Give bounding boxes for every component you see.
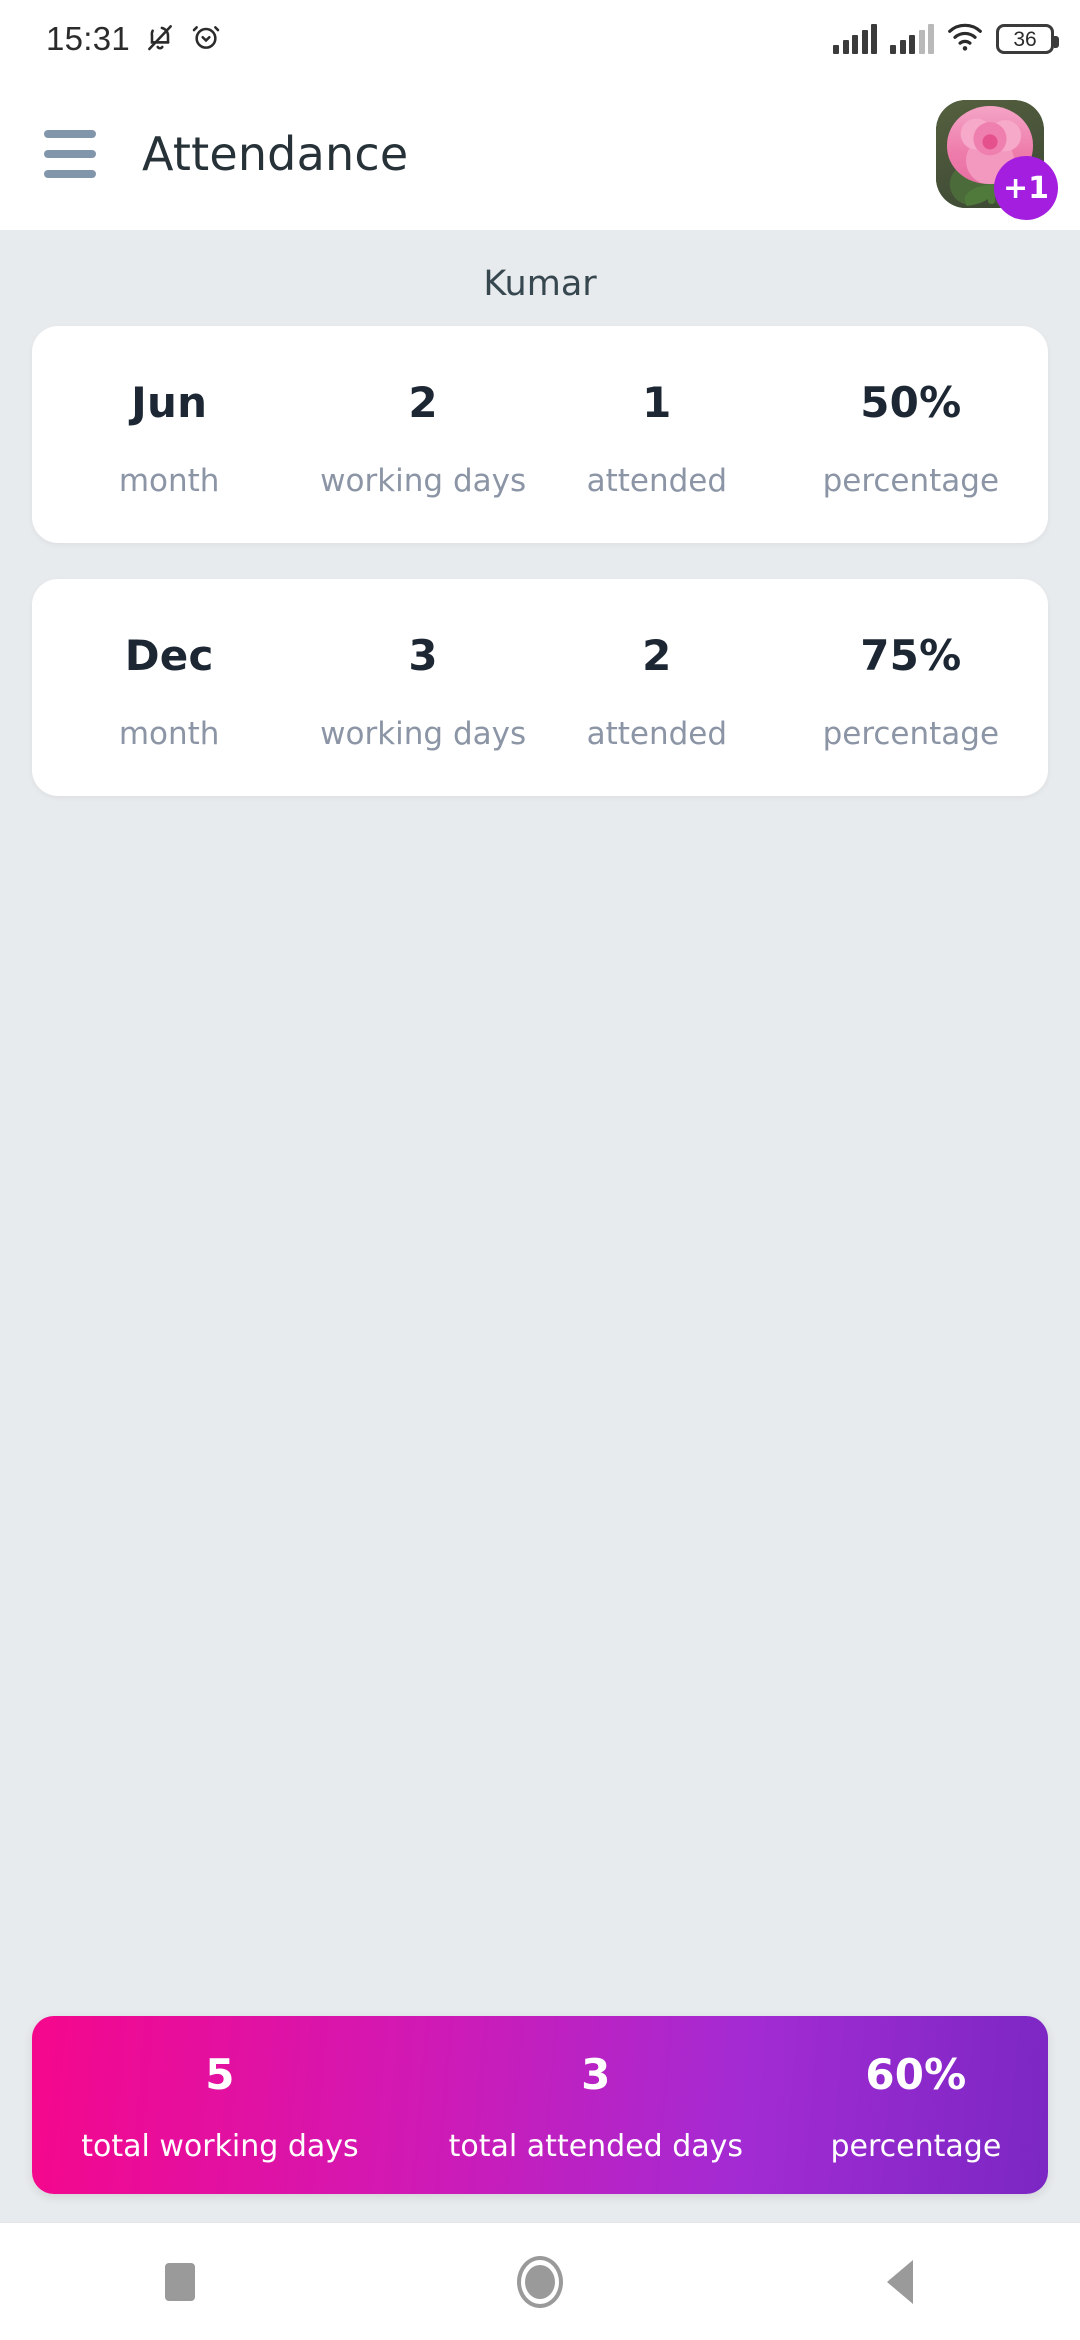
bell-muted-icon	[144, 21, 176, 57]
back-button[interactable]	[825, 2232, 975, 2332]
wifi-icon	[947, 22, 983, 56]
status-bar: 15:31 36	[0, 0, 1080, 78]
battery-icon: 36	[996, 24, 1059, 54]
app-bar: Attendance +1	[0, 78, 1080, 230]
home-circle-icon	[517, 2255, 563, 2308]
signal-bars-secondary-icon	[890, 24, 934, 54]
month-label: month	[118, 716, 220, 752]
attendance-row: Jun month 2 working days 1 attended 50% …	[32, 378, 1048, 499]
total-working-days-value: 5	[205, 2050, 235, 2099]
back-triangle-icon	[887, 2259, 913, 2304]
total-attended-days-value: 3	[581, 2050, 611, 2099]
total-percentage-value: 60%	[865, 2050, 967, 2099]
attendance-card[interactable]: Jun month 2 working days 1 attended 50% …	[32, 326, 1048, 543]
attended-label: attended	[586, 716, 728, 752]
battery-level: 36	[1013, 27, 1037, 51]
phone-screen: 15:31 36 Attendance +1 Kumar Jun month 2…	[0, 0, 1080, 2340]
android-navigation-bar	[0, 2222, 1080, 2340]
total-percentage-label: percentage	[830, 2129, 1002, 2164]
attended-cell: 1 attended	[540, 378, 774, 499]
attended-cell: 2 attended	[540, 631, 774, 752]
month-label: month	[118, 463, 220, 499]
main-content: Kumar Jun month 2 working days 1 attende…	[0, 230, 1080, 2222]
working-days-value: 2	[408, 378, 438, 427]
total-working-days-label: total working days	[81, 2129, 359, 2164]
month-value: Dec	[124, 631, 214, 680]
signal-bars-icon	[833, 24, 877, 54]
recents-square-icon	[165, 2262, 195, 2301]
attendance-row: Dec month 3 working days 2 attended 75% …	[32, 631, 1048, 752]
month-cell: Jun month	[32, 378, 306, 499]
month-value: Jun	[131, 378, 208, 427]
attended-label: attended	[586, 463, 728, 499]
student-name: Kumar	[483, 264, 597, 304]
totals-summary-bar[interactable]: 5 total working days 3 total attended da…	[32, 2016, 1048, 2194]
total-attended-days-cell: 3 total attended days	[408, 2050, 784, 2164]
attendance-card[interactable]: Dec month 3 working days 2 attended 75% …	[32, 579, 1048, 796]
percentage-value: 50%	[860, 378, 962, 427]
percentage-label: percentage	[822, 463, 1000, 499]
total-working-days-cell: 5 total working days	[32, 2050, 408, 2164]
page-title: Attendance	[142, 127, 409, 181]
alarm-icon	[190, 21, 222, 57]
working-days-cell: 2 working days	[306, 378, 540, 499]
home-button[interactable]	[465, 2232, 615, 2332]
attended-value: 2	[642, 631, 672, 680]
status-bar-right: 36	[833, 22, 1059, 56]
avatar-count-badge[interactable]: +1	[994, 156, 1058, 220]
total-attended-days-label: total attended days	[448, 2129, 744, 2164]
working-days-label: working days	[320, 716, 527, 752]
status-bar-left: 15:31	[46, 20, 222, 58]
percentage-cell: 75% percentage	[774, 631, 1048, 752]
recents-button[interactable]	[105, 2232, 255, 2332]
month-cell: Dec month	[32, 631, 306, 752]
working-days-label: working days	[320, 463, 527, 499]
avatar[interactable]: +1	[936, 100, 1058, 220]
working-days-value: 3	[408, 631, 438, 680]
percentage-cell: 50% percentage	[774, 378, 1048, 499]
total-percentage-cell: 60% percentage	[784, 2050, 1048, 2164]
percentage-value: 75%	[860, 631, 962, 680]
working-days-cell: 3 working days	[306, 631, 540, 752]
hamburger-menu-icon[interactable]	[44, 130, 96, 178]
totals-container: 5 total working days 3 total attended da…	[32, 2016, 1048, 2194]
percentage-label: percentage	[822, 716, 1000, 752]
attended-value: 1	[642, 378, 672, 427]
status-time: 15:31	[46, 20, 131, 57]
